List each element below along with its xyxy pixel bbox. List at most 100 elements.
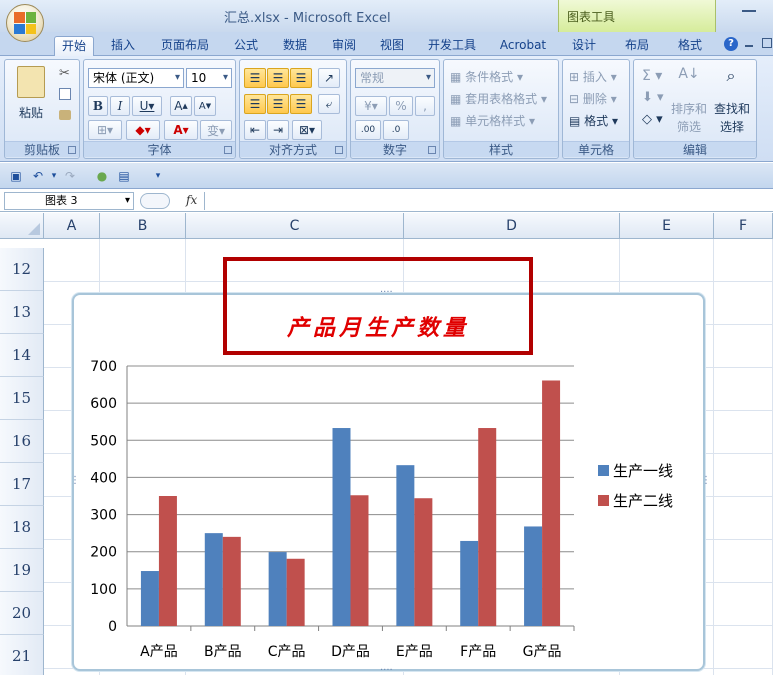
- align-middle-icon[interactable]: ☰: [267, 68, 289, 88]
- italic-button[interactable]: I: [110, 96, 130, 116]
- ribbon-minimize-icon[interactable]: [745, 41, 753, 47]
- bar-2-5[interactable]: [414, 498, 433, 626]
- percent-icon[interactable]: %: [389, 96, 413, 116]
- font-launcher-icon[interactable]: [224, 146, 232, 154]
- sort-filter-icon[interactable]: A↓: [676, 66, 702, 94]
- paste-icon[interactable]: [17, 66, 45, 98]
- bar-1-5[interactable]: [396, 465, 415, 626]
- sort-filter-label1[interactable]: 排序和: [670, 100, 708, 117]
- undo-dropdown-icon[interactable]: ▾: [46, 168, 62, 184]
- table-format-button[interactable]: ▦ 套用表格格式 ▾: [450, 90, 547, 107]
- paste-button[interactable]: 粘贴: [11, 104, 51, 121]
- row-header-15[interactable]: 15: [0, 377, 44, 420]
- find-select-label2[interactable]: 选择: [712, 118, 752, 135]
- undo-icon[interactable]: ↶: [30, 168, 46, 184]
- cut-icon[interactable]: ✂: [59, 66, 70, 81]
- clipboard-launcher-icon[interactable]: [68, 146, 76, 154]
- phonetic-icon[interactable]: 变▾: [200, 120, 232, 140]
- bar-2-7[interactable]: [542, 380, 561, 626]
- redo-icon[interactable]: ↷: [62, 168, 78, 184]
- sort-filter-label2[interactable]: 筛选: [670, 118, 708, 135]
- formula-expand-icon[interactable]: [140, 193, 170, 209]
- currency-icon[interactable]: ¥▾: [355, 96, 387, 116]
- bar-1-7[interactable]: [524, 526, 543, 626]
- align-right-icon[interactable]: ☰: [290, 94, 312, 114]
- save-icon[interactable]: ▣: [8, 168, 24, 184]
- bar-2-3[interactable]: [286, 558, 305, 626]
- select-all-corner[interactable]: [0, 213, 44, 239]
- align-left-icon[interactable]: ☰: [244, 94, 266, 114]
- formula-input[interactable]: [204, 192, 773, 210]
- tab-7[interactable]: 开发工具: [420, 36, 484, 56]
- bar-2-6[interactable]: [478, 428, 497, 626]
- font-name-select[interactable]: 宋体 (正文): [88, 68, 184, 88]
- row-header-18[interactable]: 18: [0, 506, 44, 549]
- bar-1-1[interactable]: [140, 571, 159, 626]
- tab-2[interactable]: 页面布局: [153, 36, 217, 56]
- decrease-decimal-icon[interactable]: .0: [383, 120, 409, 140]
- minimize-icon[interactable]: [742, 10, 756, 12]
- column-header-a[interactable]: A: [44, 213, 100, 239]
- column-header-f[interactable]: F: [714, 213, 773, 239]
- chart-handle-bottom[interactable]: ····: [380, 666, 393, 675]
- grow-font-icon[interactable]: A ▲: [170, 96, 192, 116]
- column-header-e[interactable]: E: [620, 213, 714, 239]
- tab-1[interactable]: 插入: [104, 36, 142, 56]
- tab-0[interactable]: 开始: [54, 36, 94, 56]
- font-size-select[interactable]: 10: [186, 68, 232, 88]
- number-launcher-icon[interactable]: [428, 146, 436, 154]
- autosum-icon[interactable]: Σ ▾: [642, 68, 662, 84]
- shrink-font-icon[interactable]: A ▼: [194, 96, 216, 116]
- row-header-20[interactable]: 20: [0, 592, 44, 635]
- print-preview-icon[interactable]: ▤: [116, 168, 132, 184]
- tab-9[interactable]: 设计: [564, 36, 604, 56]
- find-select-icon[interactable]: ⌕: [718, 66, 744, 94]
- tab-6[interactable]: 视图: [373, 36, 411, 56]
- tab-5[interactable]: 审阅: [325, 36, 363, 56]
- circle-icon[interactable]: ●: [94, 168, 110, 184]
- fill-color-icon[interactable]: ◆▾: [126, 120, 160, 140]
- format-painter-icon[interactable]: [59, 110, 71, 120]
- row-header-16[interactable]: 16: [0, 420, 44, 463]
- delete-cells-button[interactable]: ⊟ 删除 ▾: [569, 90, 617, 107]
- column-header-b[interactable]: B: [100, 213, 186, 239]
- office-button[interactable]: [6, 4, 44, 42]
- align-bottom-icon[interactable]: ☰: [290, 68, 312, 88]
- merge-cells-icon[interactable]: ⊠▾: [292, 120, 322, 140]
- bar-1-4[interactable]: [332, 428, 351, 626]
- function-icon[interactable]: fx: [186, 193, 197, 207]
- orientation-icon[interactable]: ↗: [318, 68, 340, 88]
- bar-1-3[interactable]: [268, 552, 287, 626]
- font-color-icon[interactable]: A▾: [164, 120, 198, 140]
- ribbon-restore-icon[interactable]: [762, 38, 772, 48]
- column-header-c[interactable]: C: [186, 213, 404, 239]
- row-header-13[interactable]: 13: [0, 291, 44, 334]
- increase-indent-icon[interactable]: ⇥: [267, 120, 289, 140]
- cell-styles-button[interactable]: ▦ 单元格样式 ▾: [450, 112, 535, 129]
- row-header-14[interactable]: 14: [0, 334, 44, 377]
- clear-icon[interactable]: ◇ ▾: [642, 112, 663, 127]
- chart-handle-right[interactable]: ⋮: [701, 476, 711, 486]
- help-icon[interactable]: ?: [724, 37, 738, 51]
- column-header-d[interactable]: D: [404, 213, 620, 239]
- tab-11[interactable]: 格式: [670, 36, 710, 56]
- bar-1-6[interactable]: [460, 540, 479, 626]
- tab-4[interactable]: 数据: [276, 36, 314, 56]
- underline-button[interactable]: U▾: [132, 96, 162, 116]
- row-header-17[interactable]: 17: [0, 463, 44, 506]
- border-icon[interactable]: ⊞▾: [88, 120, 122, 140]
- row-header-12[interactable]: 12: [0, 248, 44, 291]
- bar-2-4[interactable]: [350, 495, 369, 626]
- tab-8[interactable]: Acrobat: [494, 36, 552, 56]
- insert-cells-button[interactable]: ⊞ 插入 ▾: [569, 68, 617, 85]
- alignment-launcher-icon[interactable]: [335, 146, 343, 154]
- increase-decimal-icon[interactable]: .00: [355, 120, 381, 140]
- row-header-19[interactable]: 19: [0, 549, 44, 592]
- bar-2-1[interactable]: [158, 496, 177, 626]
- tab-10[interactable]: 布局: [617, 36, 657, 56]
- bold-button[interactable]: B: [88, 96, 108, 116]
- align-top-icon[interactable]: ☰: [244, 68, 266, 88]
- chart-handle-left[interactable]: ⋮: [70, 476, 80, 486]
- comma-icon[interactable]: ,: [415, 96, 435, 116]
- fill-icon[interactable]: ⬇ ▾: [642, 90, 664, 105]
